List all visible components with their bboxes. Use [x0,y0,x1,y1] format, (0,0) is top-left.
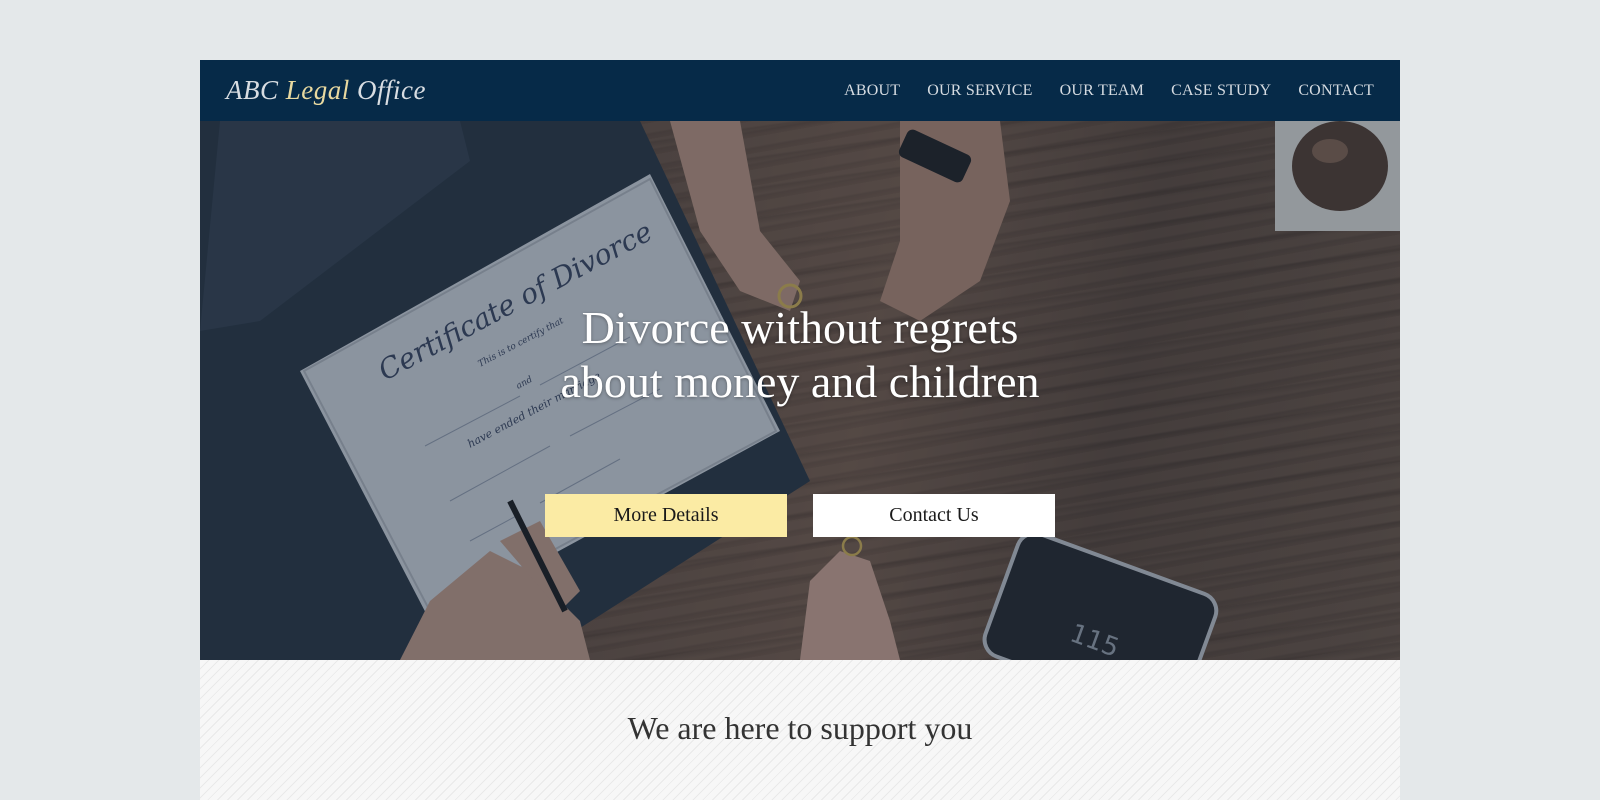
nav-link-our-service[interactable]: OUR SERVICE [927,82,1032,100]
support-heading: We are here to support you [627,710,973,746]
main-nav: ABOUT OUR SERVICE OUR TEAM CASE STUDY CO… [844,60,1374,121]
hero-heading-line2: about money and children [560,356,1040,407]
nav-link-case-study[interactable]: CASE STUDY [1171,82,1271,100]
top-navbar: ABC Legal Office ABOUT OUR SERVICE OUR T… [200,60,1400,121]
hero-content: Divorce without regrets about money and … [200,121,1400,660]
hero-heading: Divorce without regrets about money and … [400,301,1200,409]
more-details-button[interactable]: More Details [545,494,787,537]
logo-text-office: Office [349,75,426,105]
page: ABC Legal Office ABOUT OUR SERVICE OUR T… [200,60,1400,800]
logo-text-abc: ABC [226,75,286,105]
nav-link-about[interactable]: ABOUT [844,82,900,100]
nav-link-our-team[interactable]: OUR TEAM [1060,82,1144,100]
site-logo[interactable]: ABC Legal Office [226,70,426,110]
hero-section: Certificate of Divorce This is to certif… [200,121,1400,660]
logo-text-legal: Legal [285,75,350,105]
contact-us-button[interactable]: Contact Us [813,494,1055,537]
support-section: We are here to support you [200,660,1400,800]
nav-link-contact[interactable]: CONTACT [1298,82,1374,100]
hero-heading-line1: Divorce without regrets [581,302,1019,353]
